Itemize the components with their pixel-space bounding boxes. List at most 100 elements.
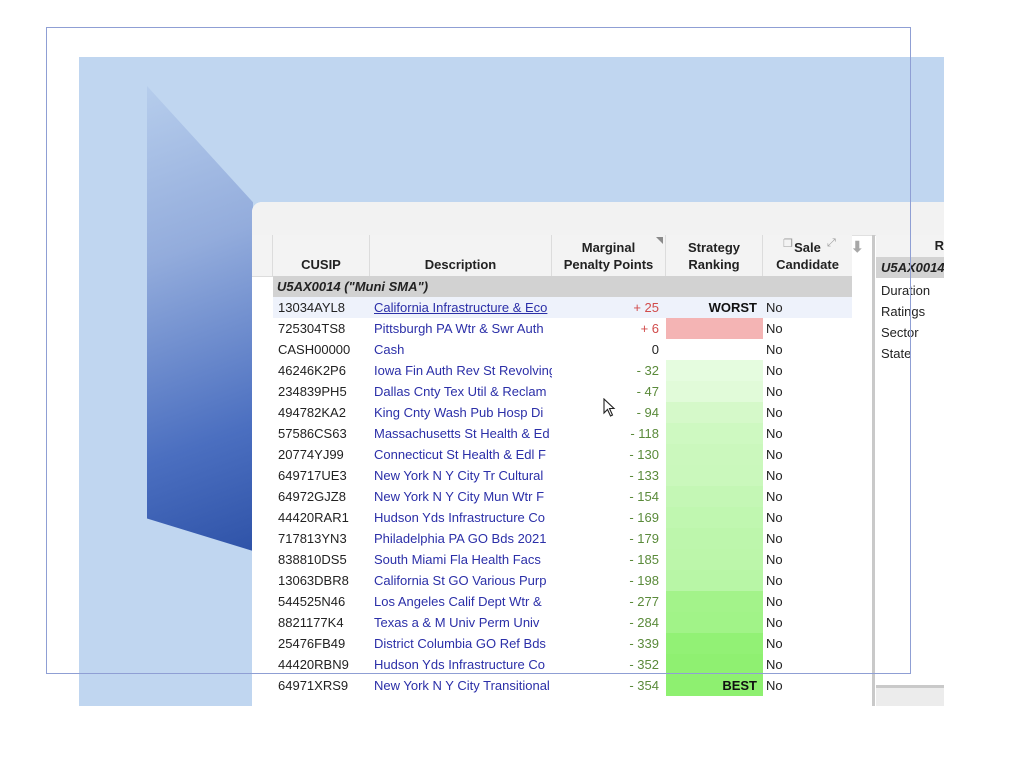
penalty-points-cell: - 352: [629, 657, 659, 672]
penalty-points-cell: - 179: [629, 531, 659, 546]
sale-candidate-cell[interactable]: No: [766, 444, 826, 465]
group-row[interactable]: U5AX0014 ("Muni SMA"): [273, 276, 852, 297]
description-link[interactable]: Iowa Fin Auth Rev St Revolving: [374, 360, 552, 381]
strategy-ranking-cell: [666, 402, 763, 423]
table-row[interactable]: 649717UE3 New York N Y City Tr Cultural - …: [252, 465, 852, 486]
sale-candidate-cell[interactable]: No: [766, 297, 826, 318]
description-link[interactable]: New York N Y City Tr Cultural: [374, 465, 552, 486]
sale-candidate-cell[interactable]: No: [766, 549, 826, 570]
penalty-points-cell: - 339: [629, 636, 659, 651]
description-link[interactable]: California Infrastructure & Eco: [374, 297, 552, 318]
description-link[interactable]: New York N Y City Mun Wtr F: [374, 486, 552, 507]
description-link[interactable]: Los Angeles Calif Dept Wtr &: [374, 591, 552, 612]
description-link[interactable]: Hudson Yds Infrastructure Co: [374, 507, 552, 528]
sale-candidate-cell[interactable]: No: [766, 360, 826, 381]
cusip-cell: 649717UE3: [278, 468, 347, 483]
column-header-penalty[interactable]: Marginal Penalty Points: [552, 235, 666, 276]
table-row[interactable]: 13034AYL8 California Infrastructure & Eco…: [252, 297, 852, 318]
cusip-cell: 44420RBN9: [278, 657, 349, 672]
column-header-cusip-label: CUSIP: [301, 257, 341, 272]
sale-candidate-cell[interactable]: No: [766, 528, 826, 549]
description-link[interactable]: Dallas Cnty Tex Util & Reclam: [374, 381, 552, 402]
table-row[interactable]: 8821177K4 Texas a & M Univ Perm Univ - 284…: [252, 612, 852, 633]
sale-candidate-cell[interactable]: No: [766, 423, 826, 444]
column-header-cusip[interactable]: CUSIP: [273, 235, 370, 276]
description-link[interactable]: Massachusetts St Health & Ed: [374, 423, 552, 444]
table-row[interactable]: 725304TS8 Pittsburgh PA Wtr & Swr Auth + 6…: [252, 318, 852, 339]
sale-candidate-cell[interactable]: No: [766, 465, 826, 486]
table-row[interactable]: 44420RAR1 Hudson Yds Infrastructure Co - 1…: [252, 507, 852, 528]
table-row[interactable]: 64971XRS9 New York N Y City Transitional -…: [252, 675, 852, 696]
table-row[interactable]: 234839PH5 Dallas Cnty Tex Util & Reclam - …: [252, 381, 852, 402]
penalty-points-cell: - 154: [629, 489, 659, 504]
sale-candidate-cell[interactable]: No: [766, 402, 826, 423]
strategy-ranking-cell: [666, 486, 763, 507]
table-row[interactable]: CASH00000 Cash 0 No: [252, 339, 852, 360]
side-item-state[interactable]: State: [881, 343, 911, 364]
description-link[interactable]: Pittsburgh PA Wtr & Swr Auth: [374, 318, 552, 339]
restore-icon[interactable]: ❐: [783, 237, 793, 250]
side-item-duration[interactable]: Duration: [881, 280, 930, 301]
description-link[interactable]: King Cnty Wash Pub Hosp Di: [374, 402, 552, 423]
table-row[interactable]: 717813YN3 Philadelphia PA GO Bds 2021 - 17…: [252, 528, 852, 549]
row-selector-header[interactable]: [252, 235, 273, 276]
cusip-cell: 44420RAR1: [278, 510, 349, 525]
table-row[interactable]: 13063DBR8 California St GO Various Purp - …: [252, 570, 852, 591]
column-header-ranking[interactable]: Strategy Ranking: [666, 235, 763, 276]
description-link[interactable]: District Columbia GO Ref Bds: [374, 633, 552, 654]
strategy-ranking-cell: [666, 570, 763, 591]
cusip-cell: 494782KA2: [278, 405, 346, 420]
penalty-points-cell: - 277: [629, 594, 659, 609]
penalty-points-cell: - 32: [636, 363, 659, 378]
strategy-ranking-cell: WORST: [708, 300, 757, 315]
side-item-ratings[interactable]: Ratings: [881, 301, 925, 322]
description-link[interactable]: Connecticut St Health & Edl F: [374, 444, 552, 465]
table-row[interactable]: 44420RBN9 Hudson Yds Infrastructure Co - 3…: [252, 654, 852, 675]
download-arrow-icon[interactable]: ⬇: [851, 238, 864, 256]
sale-candidate-cell[interactable]: No: [766, 318, 826, 339]
sale-candidate-cell[interactable]: No: [766, 675, 826, 696]
table-row[interactable]: 20774YJ99 Connecticut St Health & Edl F - …: [252, 444, 852, 465]
side-panel-group[interactable]: U5AX0014: [876, 257, 944, 278]
table-row[interactable]: 64972GJZ8 New York N Y City Mun Wtr F - 15…: [252, 486, 852, 507]
column-header-ranking-label: Strategy Ranking: [688, 239, 740, 273]
description-link[interactable]: Hudson Yds Infrastructure Co: [374, 654, 552, 675]
description-link[interactable]: South Miami Fla Health Facs: [374, 549, 552, 570]
table-row[interactable]: 57586CS63 Massachusetts St Health & Ed - 1…: [252, 423, 852, 444]
expand-icon[interactable]: ⤢: [827, 237, 836, 250]
description-link[interactable]: Texas a & M Univ Perm Univ: [374, 612, 552, 633]
table-row[interactable]: 46246K2P6 Iowa Fin Auth Rev St Revolving -…: [252, 360, 852, 381]
table-row[interactable]: 838810DS5 South Miami Fla Health Facs - 18…: [252, 549, 852, 570]
panel-splitter[interactable]: [872, 235, 875, 706]
cusip-cell: 46246K2P6: [278, 363, 346, 378]
strategy-ranking-cell: [666, 654, 763, 675]
penalty-label-line2: Penalty Points: [563, 257, 654, 272]
sale-candidate-cell[interactable]: No: [766, 570, 826, 591]
sale-candidate-cell[interactable]: No: [766, 633, 826, 654]
description-link[interactable]: California St GO Various Purp: [374, 570, 552, 591]
table-row[interactable]: 25476FB49 District Columbia GO Ref Bds - 3…: [252, 633, 852, 654]
cusip-cell: 25476FB49: [278, 636, 346, 651]
sale-candidate-cell[interactable]: No: [766, 486, 826, 507]
strategy-ranking-cell: [666, 549, 763, 570]
cusip-cell: 725304TS8: [278, 321, 346, 336]
mouse-cursor-icon: [603, 398, 616, 417]
strategy-ranking-cell: [666, 381, 763, 402]
table-row[interactable]: 494782KA2 King Cnty Wash Pub Hosp Di - 94 N…: [252, 402, 852, 423]
sort-indicator-icon: [656, 237, 663, 244]
cusip-cell: 64971XRS9: [278, 678, 349, 693]
description-link[interactable]: Cash: [374, 339, 552, 360]
penalty-points-cell: - 284: [629, 615, 659, 630]
sale-candidate-cell[interactable]: No: [766, 339, 826, 360]
side-panel: R U5AX0014 Duration Ratings Sector State: [876, 235, 944, 706]
description-link[interactable]: Philadelphia PA GO Bds 2021: [374, 528, 552, 549]
sale-candidate-cell[interactable]: No: [766, 591, 826, 612]
sale-candidate-cell[interactable]: No: [766, 654, 826, 675]
table-row[interactable]: 544525N46 Los Angeles Calif Dept Wtr & - 2…: [252, 591, 852, 612]
side-item-sector[interactable]: Sector: [881, 322, 919, 343]
column-header-description[interactable]: Description: [370, 235, 552, 276]
sale-candidate-cell[interactable]: No: [766, 381, 826, 402]
sale-candidate-cell[interactable]: No: [766, 612, 826, 633]
sale-candidate-cell[interactable]: No: [766, 507, 826, 528]
description-link[interactable]: New York N Y City Transitional: [374, 675, 552, 696]
